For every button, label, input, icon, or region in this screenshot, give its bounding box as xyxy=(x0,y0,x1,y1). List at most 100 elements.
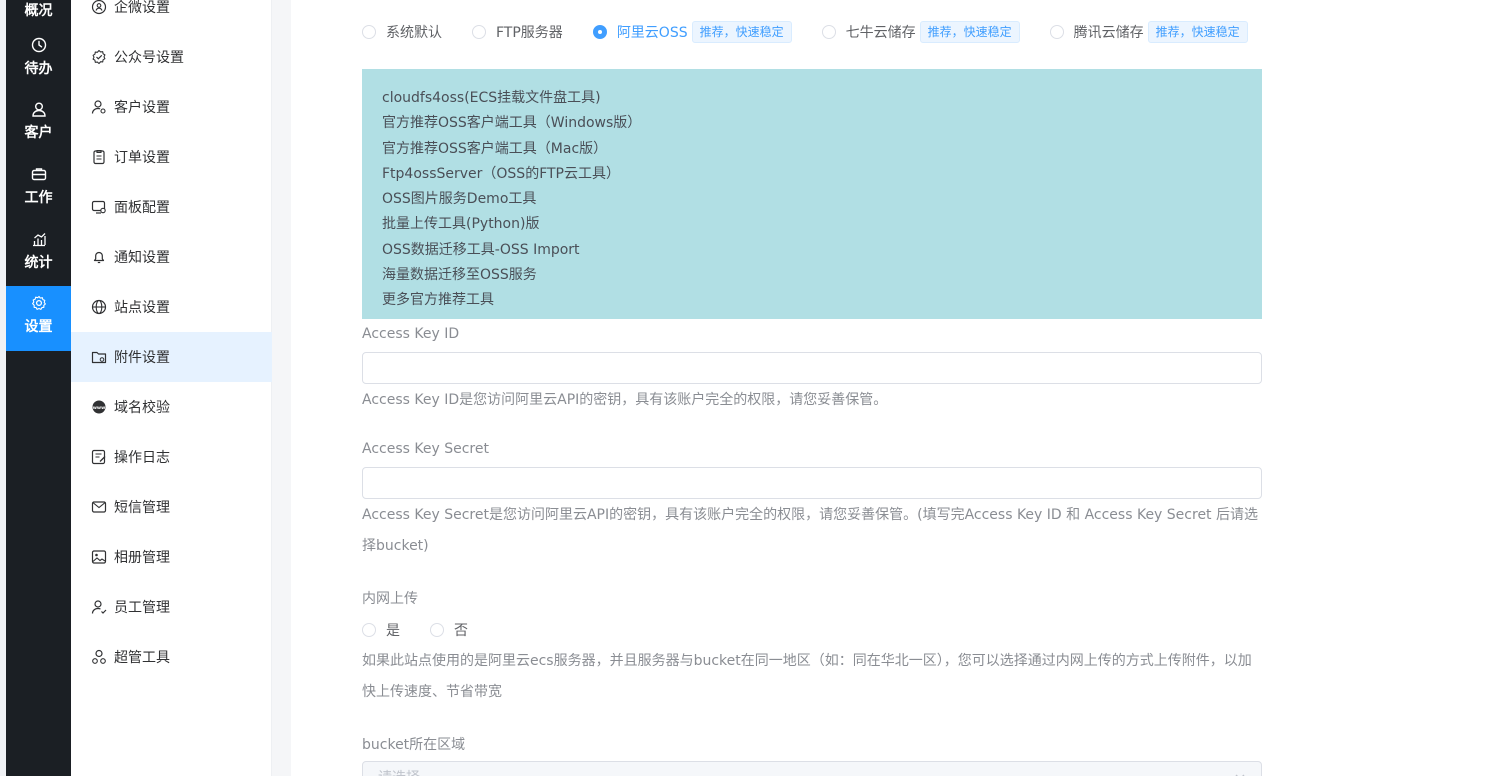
tool-link-oss-client-windows[interactable]: 官方推荐OSS客户端工具（Windows版） xyxy=(382,111,1242,136)
rail-item-todo[interactable]: 待办 xyxy=(6,36,71,100)
submenu-item-customer-settings[interactable]: 客户设置 xyxy=(71,82,272,132)
tool-link-mass-migration[interactable]: 海量数据迁移至OSS服务 xyxy=(382,263,1242,288)
submenu-item-label: 附件设置 xyxy=(114,350,170,366)
rail-item-label: 概况 xyxy=(24,3,53,19)
primary-nav: 概况 待办 客户 工作 统计 设置 xyxy=(6,0,71,776)
submenu-item-label: 超管工具 xyxy=(114,650,170,666)
access-key-id-help: Access Key ID是您访问阿里云API的密钥，具有该账户完全的权限，请您… xyxy=(362,392,888,408)
rail-item-settings[interactable]: 设置 xyxy=(6,286,71,351)
submenu-item-label: 公众号设置 xyxy=(114,50,184,66)
intranet-upload-group: 是 否 xyxy=(362,620,498,640)
user-icon xyxy=(31,102,46,117)
folder-icon xyxy=(91,351,107,364)
rail-item-label: 统计 xyxy=(24,255,53,271)
tool-link-cloudfs4oss[interactable]: cloudfs4oss(ECS挂载文件盘工具) xyxy=(382,86,1242,111)
radio-dot[interactable] xyxy=(1049,25,1064,39)
storage-option-ftp[interactable]: FTP服务器 xyxy=(472,22,563,42)
intranet-upload-no[interactable]: 否 xyxy=(430,620,468,640)
chevron-down-icon xyxy=(1235,774,1245,776)
staff-icon xyxy=(91,600,107,614)
submenu-item-log[interactable]: 操作日志 xyxy=(71,432,272,482)
clock-icon xyxy=(31,37,46,53)
rail-item-label: 客户 xyxy=(24,125,53,141)
mail-icon xyxy=(91,501,107,513)
submenu-item-label: 短信管理 xyxy=(114,500,170,516)
image-icon xyxy=(91,550,107,564)
submenu-item-label: 域名校验 xyxy=(114,400,170,416)
storage-option-qiniu[interactable]: 七牛云储存 推荐，快速稳定 xyxy=(821,21,1020,43)
bucket-region-placeholder: 请选择 xyxy=(378,767,420,776)
tool-link-oss-import[interactable]: OSS数据迁移工具-OSS Import xyxy=(382,238,1242,263)
radio-dot[interactable] xyxy=(821,25,836,39)
chart-icon xyxy=(32,233,46,247)
tool-link-more-tools[interactable]: 更多官方推荐工具 xyxy=(382,288,1242,313)
rail-item-customer[interactable]: 客户 xyxy=(6,100,71,164)
tool-link-batch-upload[interactable]: 批量上传工具(Python)版 xyxy=(382,212,1242,237)
radio-dot[interactable] xyxy=(362,623,376,637)
access-key-id-input[interactable] xyxy=(362,352,1262,384)
submenu-item-panel[interactable]: 面板配置 xyxy=(71,182,272,232)
storage-option-tencent[interactable]: 腾讯云储存 推荐，快速稳定 xyxy=(1049,21,1248,43)
intranet-upload-label: 内网上传 xyxy=(362,591,418,607)
tool-link-image-demo[interactable]: OSS图片服务Demo工具 xyxy=(382,187,1242,212)
radio-label: 否 xyxy=(454,623,468,639)
storage-option-label: FTP服务器 xyxy=(496,25,563,41)
attachment-settings-panel: 系统默认 FTP服务器 阿里云OSS 推荐，快速稳定 七牛云储存 推荐，快速稳定… xyxy=(291,0,1492,776)
submenu-item-order[interactable]: 订单设置 xyxy=(71,132,272,182)
storage-option-system-default[interactable]: 系统默认 xyxy=(362,22,442,42)
bell-icon xyxy=(93,251,105,264)
panel-icon xyxy=(91,200,106,214)
submenu-item-label: 通知设置 xyxy=(114,250,170,266)
tool-link-ftp4ossserver[interactable]: Ftp4ossServer（OSS的FTP云工具） xyxy=(382,162,1242,187)
submenu-item-label: 订单设置 xyxy=(114,150,170,166)
bucket-region-select[interactable]: 请选择 xyxy=(362,761,1262,776)
www-icon: www xyxy=(92,400,106,414)
access-key-id-label: Access Key ID xyxy=(362,326,460,342)
submenu-item-label: 操作日志 xyxy=(114,450,170,466)
radio-label: 是 xyxy=(386,623,400,639)
settings-submenu: 企微设置 公众号设置 客户设置 订单设置 面板配置 通知设置 站点设置 附件设置… xyxy=(71,0,272,776)
intranet-upload-yes[interactable]: 是 xyxy=(362,620,400,640)
globe-icon xyxy=(91,299,107,315)
submenu-item-wecom[interactable]: 企微设置 xyxy=(71,0,272,32)
submenu-item-site[interactable]: 站点设置 xyxy=(71,282,272,332)
wecom-icon xyxy=(91,0,107,15)
submenu-item-official-account[interactable]: 公众号设置 xyxy=(71,32,272,82)
submenu-item-label: 相册管理 xyxy=(114,550,170,566)
storage-option-label: 系统默认 xyxy=(386,25,442,41)
submenu-item-label: 客户设置 xyxy=(114,100,170,116)
recommend-tag: 推荐，快速稳定 xyxy=(691,21,792,43)
tool-link-oss-client-mac[interactable]: 官方推荐OSS客户端工具（Mac版） xyxy=(382,137,1242,162)
submenu-item-label: 站点设置 xyxy=(114,300,170,316)
storage-option-aliyun-oss[interactable]: 阿里云OSS 推荐，快速稳定 xyxy=(592,21,792,43)
order-icon xyxy=(93,149,105,165)
briefcase-icon xyxy=(31,168,46,181)
bucket-region-label: bucket所在区域 xyxy=(362,737,466,753)
submenu-item-album[interactable]: 相册管理 xyxy=(71,532,272,582)
log-icon xyxy=(91,449,106,465)
admin-tool-icon xyxy=(92,649,106,664)
recommend-tag: 推荐，快速稳定 xyxy=(1147,21,1248,43)
submenu-item-staff[interactable]: 员工管理 xyxy=(71,582,272,632)
rail-item-work[interactable]: 工作 xyxy=(6,165,71,229)
submenu-item-sms[interactable]: 短信管理 xyxy=(71,482,272,532)
official-account-icon xyxy=(92,49,106,65)
radio-dot-checked[interactable] xyxy=(592,25,607,39)
storage-type-group: 系统默认 FTP服务器 阿里云OSS 推荐，快速稳定 七牛云储存 推荐，快速稳定… xyxy=(362,20,1248,44)
submenu-item-admin-tools[interactable]: 超管工具 xyxy=(71,632,272,682)
submenu-item-notification[interactable]: 通知设置 xyxy=(71,232,272,282)
radio-dot[interactable] xyxy=(430,623,444,637)
submenu-item-domain-verify[interactable]: www 域名校验 xyxy=(71,382,272,432)
submenu-item-attachment[interactable]: 附件设置 xyxy=(71,332,272,382)
storage-option-label: 七牛云储存 xyxy=(845,25,916,41)
customer-settings-icon xyxy=(91,100,106,114)
radio-dot[interactable] xyxy=(362,25,376,39)
recommend-tag: 推荐，快速稳定 xyxy=(919,21,1020,43)
rail-item-stats[interactable]: 统计 xyxy=(6,230,71,294)
access-key-secret-input[interactable] xyxy=(362,467,1262,499)
gear-icon xyxy=(31,295,46,310)
content-gutter xyxy=(272,0,291,776)
access-key-secret-help: Access Key Secret是您访问阿里云API的密钥，具有该账户完全的权… xyxy=(362,507,1258,554)
submenu-item-label: 员工管理 xyxy=(114,600,170,616)
radio-dot[interactable] xyxy=(472,25,486,39)
